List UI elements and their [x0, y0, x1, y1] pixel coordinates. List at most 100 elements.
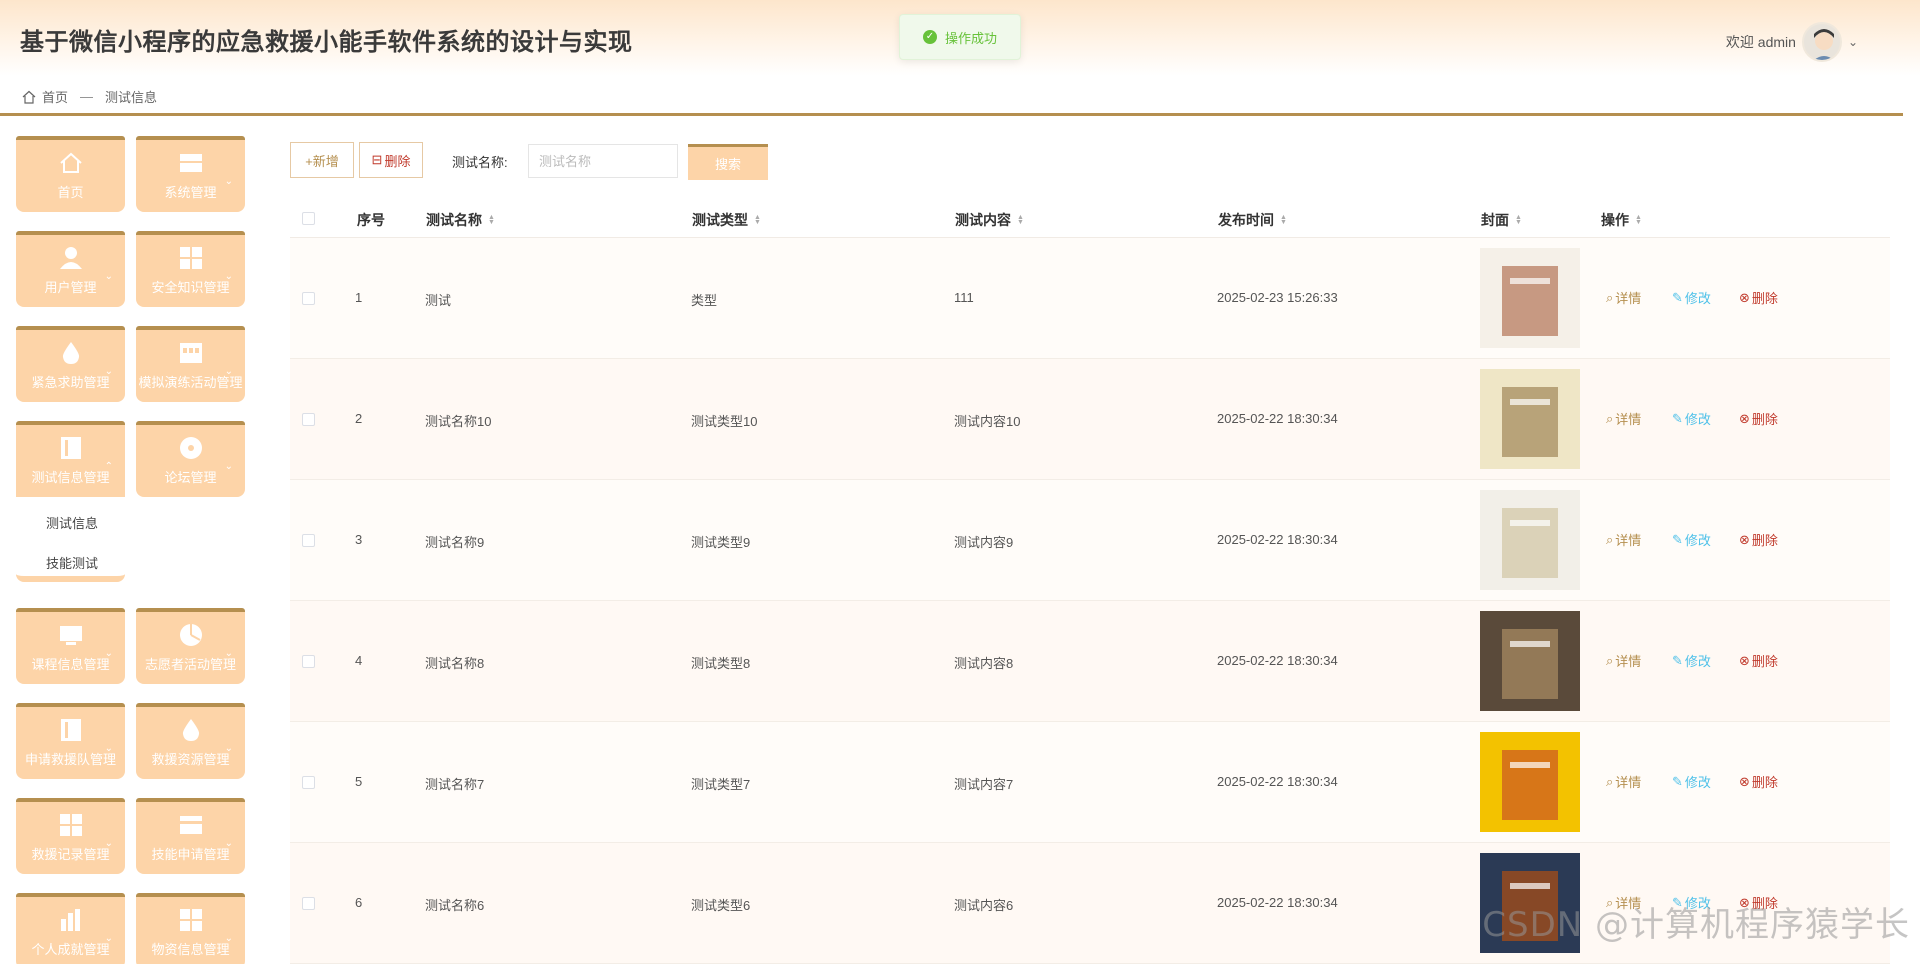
edit-button-label: 修改	[1684, 533, 1711, 548]
grid-icon	[179, 247, 202, 269]
table-row[interactable]: 3 测试名称9 测试类型9 测试内容9 2025-02-22 18:30:34 ⌕ 详情 ✎ 修…	[290, 480, 1890, 601]
row-checkbox[interactable]	[302, 534, 315, 547]
sidebar-item-11[interactable]: 申请救援队管理 ⌄	[16, 703, 125, 779]
cell-index: 6	[355, 895, 363, 910]
delete-button[interactable]: ⊟ 删除	[359, 142, 423, 178]
detail-button[interactable]: ⌕ 详情	[1606, 288, 1641, 307]
row-checkbox[interactable]	[302, 413, 315, 426]
detail-button[interactable]: ⌕ 详情	[1606, 530, 1641, 549]
chevron-down-icon: ⌄	[104, 648, 113, 659]
detail-icon: ⌕	[1606, 289, 1614, 305]
sidebar-item-9[interactable]: 课程信息管理 ⌄	[16, 608, 125, 684]
check-circle-icon: ✓	[922, 30, 937, 44]
cell-index: 3	[355, 532, 363, 547]
cell-name: 测试名称6	[425, 898, 485, 913]
header-index: 序号	[357, 212, 385, 228]
edit-icon: ✎	[1672, 773, 1683, 789]
toast-text: 操作成功	[944, 30, 997, 46]
table-row[interactable]: 2 测试名称10 测试类型10 测试内容10 2025-02-22 18:30:34 ⌕ 详…	[290, 359, 1890, 480]
row-delete-button[interactable]: ⊗ 删除	[1739, 772, 1778, 791]
search-input[interactable]	[528, 144, 678, 178]
add-button[interactable]: +新增	[290, 142, 354, 178]
detail-button-label: 详情	[1615, 775, 1642, 790]
breadcrumb-home[interactable]: 首页	[42, 87, 68, 106]
sidebar-item-13[interactable]: 救援记录管理 ⌄	[16, 798, 125, 874]
row-checkbox[interactable]	[302, 776, 315, 789]
book-icon	[60, 437, 81, 459]
row-delete-button[interactable]: ⊗ 删除	[1739, 288, 1778, 307]
table-row[interactable]: 1 测试 类型 111 2025-02-23 15:26:33 ⌕ 详情 ✎ 修改 ⊗ 删除	[290, 238, 1890, 359]
chevron-down-icon: ⌄	[224, 838, 233, 849]
header-cover[interactable]: 封面 ▲ ▼	[1481, 210, 1522, 230]
cell-type: 类型	[691, 293, 718, 308]
cover-image	[1480, 611, 1580, 711]
cell-content: 测试内容10	[954, 414, 1021, 429]
row-delete-button[interactable]: ⊗ 删除	[1739, 651, 1778, 670]
chevron-down-icon: ⌄	[104, 838, 113, 849]
chevron-down-icon[interactable]: ⌄	[1848, 35, 1858, 49]
user-icon	[59, 247, 82, 269]
sidebar-item-3[interactable]: 用户管理 ⌄	[16, 231, 125, 307]
chevron-down-icon: ⌄	[224, 743, 233, 754]
row-delete-button[interactable]: ⊗ 删除	[1739, 530, 1778, 549]
row-delete-icon: ⊗	[1739, 531, 1750, 547]
edit-button[interactable]: ✎ 修改	[1672, 409, 1711, 428]
table-row[interactable]: 5 测试名称7 测试类型7 测试内容7 2025-02-22 18:30:34 ⌕ 详情 ✎ 修…	[290, 722, 1890, 843]
sidebar-item-5[interactable]: 紧急求助管理 ⌄	[16, 326, 125, 402]
header-time[interactable]: 发布时间 ▲ ▼	[1218, 210, 1287, 230]
detail-button-label: 详情	[1615, 654, 1642, 669]
row-delete-button-label: 删除	[1751, 412, 1778, 427]
sidebar-item-1[interactable]: 首页	[16, 136, 125, 212]
sidebar-item-label: 首页	[57, 185, 84, 200]
submenu-item-test-info[interactable]: 测试信息	[46, 513, 98, 532]
store-icon	[179, 343, 202, 363]
monitor-icon	[59, 626, 82, 645]
edit-button[interactable]: ✎ 修改	[1672, 288, 1711, 307]
sidebar-item-14[interactable]: 技能申请管理 ⌄	[136, 798, 245, 874]
cover-image	[1480, 248, 1580, 348]
header-content[interactable]: 测试内容 ▲ ▼	[955, 210, 1024, 230]
row-checkbox[interactable]	[302, 655, 315, 668]
cell-type: 测试类型10	[691, 414, 758, 429]
row-checkbox[interactable]	[302, 897, 315, 910]
sidebar-item-8[interactable]: 论坛管理 ⌄	[136, 421, 245, 497]
edit-button[interactable]: ✎ 修改	[1672, 651, 1711, 670]
edit-icon: ✎	[1672, 652, 1683, 668]
user-menu[interactable]: 欢迎 admin ⌄	[1726, 22, 1858, 62]
chevron-down-icon: ⌄	[104, 743, 113, 754]
sort-icon: ▲ ▼	[1635, 214, 1642, 226]
sidebar-item-10[interactable]: 志愿者活动管理 ⌄	[136, 608, 245, 684]
chevron-down-icon: ⌄	[224, 461, 233, 472]
chevron-down-icon: ⌃	[104, 461, 113, 472]
row-delete-button[interactable]: ⊗ 删除	[1739, 409, 1778, 428]
sidebar-item-16[interactable]: 物资信息管理 ⌄	[136, 893, 245, 964]
avatar[interactable]	[1801, 22, 1842, 62]
sidebar-item-4[interactable]: 安全知识管理 ⌄	[136, 231, 245, 307]
table-body: 1 测试 类型 111 2025-02-23 15:26:33 ⌕ 详情 ✎ 修改 ⊗ 删除 2 测试名…	[290, 238, 1890, 964]
header-type[interactable]: 测试类型 ▲ ▼	[692, 210, 761, 230]
edit-button[interactable]: ✎ 修改	[1672, 772, 1711, 791]
sort-icon: ▲ ▼	[1017, 214, 1024, 226]
submenu-item-skill-test[interactable]: 技能测试	[46, 553, 98, 572]
sidebar-item-6[interactable]: 模拟演练活动管理 ⌄	[136, 326, 245, 402]
select-all-checkbox[interactable]	[302, 212, 315, 225]
detail-button[interactable]: ⌕ 详情	[1606, 409, 1641, 428]
detail-button[interactable]: ⌕ 详情	[1606, 772, 1641, 791]
detail-button[interactable]: ⌕ 详情	[1606, 651, 1641, 670]
sidebar-item-2[interactable]: 系统管理 ⌄	[136, 136, 245, 212]
row-delete-icon: ⊗	[1739, 410, 1750, 426]
header-actions[interactable]: 操作 ▲ ▼	[1601, 210, 1642, 230]
search-button[interactable]: 搜索	[688, 144, 768, 180]
edit-button-label: 修改	[1684, 291, 1711, 306]
cell-index: 2	[355, 411, 363, 426]
detail-icon: ⌕	[1606, 773, 1614, 789]
table-row[interactable]: 4 测试名称8 测试类型8 测试内容8 2025-02-22 18:30:34 ⌕ 详情 ✎ 修…	[290, 601, 1890, 722]
cell-name: 测试名称9	[425, 535, 485, 550]
row-checkbox[interactable]	[302, 292, 315, 305]
header-name[interactable]: 测试名称 ▲ ▼	[426, 210, 495, 230]
edit-button[interactable]: ✎ 修改	[1672, 530, 1711, 549]
cell-name: 测试名称7	[425, 777, 485, 792]
sidebar-item-12[interactable]: 救援资源管理 ⌄	[136, 703, 245, 779]
sidebar-item-15[interactable]: 个人成就管理 ⌄	[16, 893, 125, 964]
window-icon	[179, 154, 202, 172]
